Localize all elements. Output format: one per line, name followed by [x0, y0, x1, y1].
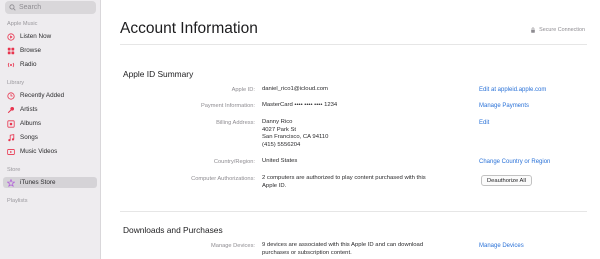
sidebar-item-label: Recently Added	[20, 92, 65, 99]
section-header-store: Store	[7, 167, 21, 173]
value-apple-id: daniel_rico1@icloud.com	[262, 86, 328, 92]
sidebar-item-label: iTunes Store	[20, 179, 56, 186]
value-billing-address: Danny Rico 4027 Park St San Francisco, C…	[262, 119, 328, 149]
microphone-icon	[7, 106, 15, 114]
sidebar-item-itunes-store[interactable]: iTunes Store	[3, 177, 97, 188]
secure-connection-label: Secure Connection	[539, 27, 585, 33]
label-apple-id: Apple ID:	[231, 87, 255, 93]
authorizations-line-2: Apple ID.	[262, 182, 287, 189]
billing-city: San Francisco, CA 94110	[262, 134, 329, 141]
authorizations-line-1: 2 computers are authorized to play conte…	[262, 175, 426, 181]
deauthorize-all-button[interactable]: Deauthorize All	[481, 175, 532, 186]
sidebar: Search Apple Music Listen Now Browse Rad…	[0, 0, 101, 259]
main-content: Account Information Secure Connection Ap…	[101, 0, 600, 259]
clock-icon	[7, 91, 15, 100]
section-header-apple-music: Apple Music	[7, 21, 38, 27]
label-country-region: Country/Region:	[213, 159, 255, 165]
edit-apple-id-link[interactable]: Edit at appleid.apple.com	[479, 87, 546, 93]
secure-connection: Secure Connection	[530, 27, 585, 33]
value-country-region: United States	[262, 158, 298, 164]
section-header-playlists: Playlists	[7, 198, 28, 204]
label-billing-address: Billing Address:	[216, 120, 255, 126]
manage-payments-link[interactable]: Manage Payments	[479, 103, 529, 109]
play-circle-icon	[7, 32, 15, 41]
search-placeholder: Search	[19, 4, 42, 11]
sidebar-item-label: Songs	[20, 134, 38, 141]
sidebar-item-music-videos[interactable]: Music Videos	[7, 146, 96, 157]
sidebar-item-recently-added[interactable]: Recently Added	[7, 90, 96, 101]
devices-line-1: 9 devices are associated with this Apple…	[262, 242, 424, 248]
label-computer-authorizations: Computer Authorizations:	[191, 176, 255, 182]
sidebar-item-albums[interactable]: Albums	[7, 118, 96, 129]
search-icon	[9, 4, 16, 11]
star-icon	[7, 178, 15, 187]
label-manage-devices: Manage Devices:	[211, 243, 255, 249]
sidebar-item-artists[interactable]: Artists	[7, 104, 96, 115]
edit-billing-link[interactable]: Edit	[479, 120, 489, 126]
album-icon	[7, 119, 15, 128]
value-computer-authorizations: 2 computers are authorized to play conte…	[262, 175, 426, 190]
sidebar-item-label: Listen Now	[20, 33, 52, 40]
sidebar-item-browse[interactable]: Browse	[7, 45, 96, 56]
divider	[120, 211, 587, 212]
lock-icon	[531, 27, 535, 33]
value-payment-information: MasterCard •••• •••• •••• 1234	[262, 102, 338, 108]
value-manage-devices: 9 devices are associated with this Apple…	[262, 242, 423, 257]
search-input[interactable]: Search	[5, 1, 96, 14]
sidebar-item-songs[interactable]: Songs	[7, 132, 96, 143]
section-title-apple-id-summary: Apple ID Summary	[123, 69, 194, 79]
sidebar-item-label: Browse	[20, 47, 41, 54]
billing-phone: (415) 5556204	[262, 141, 301, 148]
sidebar-item-label: Artists	[20, 106, 38, 113]
divider	[120, 44, 587, 45]
manage-devices-link[interactable]: Manage Devices	[479, 243, 524, 249]
sidebar-item-label: Albums	[20, 120, 41, 127]
devices-line-2: purchases or subscription content.	[262, 249, 352, 256]
sidebar-item-label: Radio	[20, 61, 37, 68]
sidebar-item-label: Music Videos	[20, 148, 58, 155]
label-payment-information: Payment Information:	[200, 103, 255, 109]
section-title-downloads-and-purchases: Downloads and Purchases	[123, 225, 223, 235]
grid-icon	[7, 47, 15, 55]
sidebar-item-radio[interactable]: Radio	[7, 59, 96, 70]
billing-street: 4027 Park St	[262, 126, 297, 133]
page-title: Account Information	[120, 20, 258, 37]
music-note-icon	[7, 133, 15, 142]
change-country-link[interactable]: Change Country or Region	[479, 159, 550, 165]
video-icon	[7, 148, 15, 156]
section-header-library: Library	[7, 80, 25, 86]
sidebar-item-listen-now[interactable]: Listen Now	[7, 31, 96, 42]
radio-waves-icon	[7, 61, 15, 69]
billing-name: Danny Rico	[262, 119, 293, 125]
